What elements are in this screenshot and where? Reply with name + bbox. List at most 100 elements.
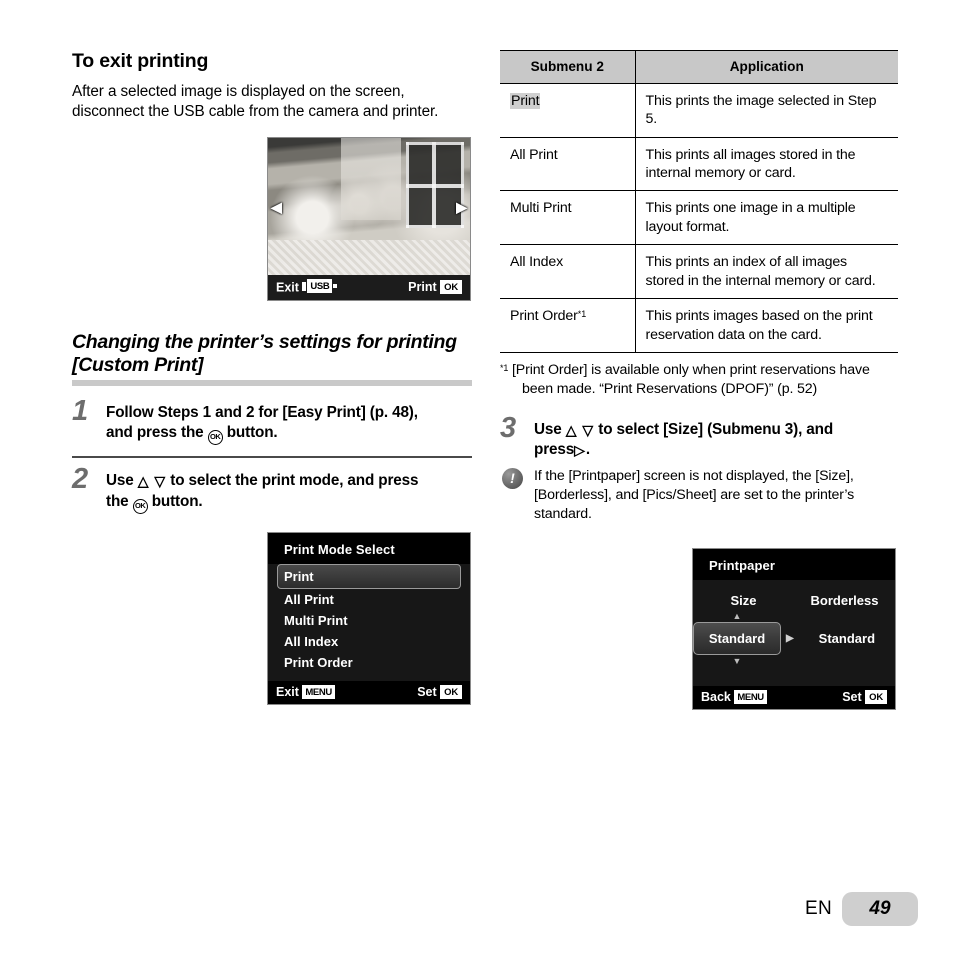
step-1-line-2-post: button. (226, 424, 278, 442)
step-2-line-2-post: button. (151, 492, 203, 510)
table-row: All Index This prints an index of all im… (500, 244, 898, 300)
warning-icon: ! (502, 468, 523, 490)
page-title: To exit printing (72, 50, 209, 72)
exit-label: Exit (276, 684, 299, 699)
column-header-size: Size (730, 592, 757, 608)
ok-badge-icon: OK (440, 279, 462, 294)
menu-item-print[interactable]: Print (277, 563, 461, 589)
submenu-value-highlighted: Print (510, 92, 541, 109)
printpaper-column-headers: Size Borderless (693, 580, 895, 608)
step-2: 2 Use △ ▽ to select the print mode, and … (72, 465, 472, 514)
table-row: Print Order*1 This prints images based o… (500, 298, 898, 354)
table-cell-application: This prints the image selected in Step 5… (635, 83, 898, 138)
printpaper-screen-title: Printpaper (709, 557, 776, 573)
back-label: Back (701, 689, 731, 704)
previous-image-arrow-icon[interactable]: ◀ (271, 200, 282, 214)
printpaper-body: Size Borderless ▲ Standard ▼ ▶ Standard (693, 579, 895, 686)
size-value-label: Standard (708, 630, 766, 646)
table-cell-application: This prints images based on the print re… (635, 298, 898, 354)
next-column-arrow-icon: ▶ (786, 632, 794, 644)
exit-action[interactable]: Exit USB (276, 279, 338, 295)
scroll-down-arrow-icon[interactable]: ▼ (733, 656, 742, 666)
menu-item-all-index[interactable]: All Index (277, 631, 461, 652)
page-footer: EN 49 (805, 892, 918, 926)
menu-badge-icon: MENU (734, 689, 767, 704)
step-1-line-2-pre: and press the (106, 424, 204, 442)
borderless-value-label: Standard (818, 630, 876, 646)
table-cell-submenu: All Index (500, 244, 636, 300)
column-header-application: Application (635, 50, 898, 84)
menu-item-multi-print-label: Multi Print (284, 612, 348, 628)
left-column: To exit printing After a selected image … (72, 50, 472, 705)
menu-item-all-index-label: All Index (284, 633, 339, 649)
language-code: EN (805, 898, 832, 919)
print-label: Print (408, 279, 437, 294)
right-arrow-icon: ▷ (574, 442, 586, 459)
set-label: Set (417, 684, 437, 699)
page-number: 49 (842, 892, 918, 926)
set-action[interactable]: Set OK (842, 689, 887, 704)
step-3-line-2-post: . (585, 441, 590, 459)
menu-badge-icon: MENU (302, 684, 335, 699)
next-image-arrow-icon[interactable]: ▶ (456, 200, 467, 214)
step-1: 1 Follow Steps 1 and 2 for [Easy Print] … (72, 397, 472, 446)
footnote-text: [Print Order] is available only when pri… (512, 362, 870, 397)
scroll-up-arrow-icon[interactable]: ▲ (733, 611, 742, 621)
step-3-number: 3 (500, 412, 517, 445)
step-2-line-2-pre: the (106, 492, 129, 510)
column-header-submenu2: Submenu 2 (500, 50, 636, 84)
table-cell-submenu: Print Order*1 (500, 298, 636, 354)
menu-item-all-print[interactable]: All Print (277, 589, 461, 610)
step-3: 3 Use △ ▽ to select [Size] (Submenu 3), … (500, 414, 898, 460)
up-down-arrows-icon: △ ▽ (137, 473, 167, 490)
right-column: Submenu 2 Application Print This prints … (500, 50, 898, 710)
set-label: Set (842, 689, 862, 704)
step-1-line-1: Follow Steps 1 and 2 for [Easy Print] (p… (106, 404, 418, 422)
exit-label: Exit (276, 280, 299, 295)
preview-photo: ◀ ▶ (268, 138, 470, 276)
photo-wall-detail (340, 138, 402, 221)
table-row: All Print This prints all images stored … (500, 137, 898, 192)
back-action[interactable]: Back MENU (701, 689, 767, 704)
step-2-number: 2 (72, 463, 89, 496)
table-cell-application: This prints all images stored in the int… (635, 137, 898, 192)
menu-item-print-order-label: Print Order (284, 654, 353, 670)
step-divider-1 (72, 456, 472, 459)
table-cell-application: This prints one image in a multiple layo… (635, 190, 898, 246)
step-1-number: 1 (72, 395, 89, 428)
submenu-value: Print Order (510, 308, 578, 325)
intro-paragraph: After a selected image is displayed on t… (72, 83, 439, 120)
note-callout: ! If the [Printpaper] screen is not disp… (500, 467, 898, 523)
menu-item-print-order[interactable]: Print Order (277, 652, 461, 673)
set-action[interactable]: Set OK (417, 684, 462, 699)
printpaper-screen-footer: Back MENU Set OK (693, 685, 895, 709)
step-3-line-2-pre: press (534, 441, 575, 459)
print-mode-screen-title: Print Mode Select (284, 541, 395, 557)
exit-action[interactable]: Exit MENU (276, 684, 335, 699)
table-cell-submenu: All Print (500, 137, 636, 192)
print-mode-screen-footer: Exit MENU Set OK (268, 680, 470, 704)
table-cell-application: This prints an index of all images store… (635, 244, 898, 300)
column-header-borderless: Borderless (810, 592, 879, 608)
print-mode-select-screen: Print Mode Select Print All Print Multi … (267, 531, 471, 705)
manual-page: To exit printing After a selected image … (0, 0, 954, 954)
step-1-text: Follow Steps 1 and 2 for [Easy Print] (p… (106, 403, 472, 446)
subsection-title: Changing the printer’s settings for prin… (72, 330, 457, 377)
ok-badge-icon: OK (440, 684, 462, 699)
photo-preview-screen: ◀ ▶ Exit USB Print OK (267, 137, 471, 301)
table-row: Multi Print This prints one image in a m… (500, 190, 898, 246)
ok-button-icon: OK (207, 430, 223, 446)
step-3-line-1-post: to select [Size] (Submenu 3), and (598, 421, 834, 439)
usb-icon: USB (302, 279, 338, 294)
footnote-marker: *1 (577, 309, 587, 320)
menu-item-multi-print[interactable]: Multi Print (277, 610, 461, 631)
size-value-selector[interactable]: ▲ Standard ▼ (693, 611, 781, 665)
step-2-line-1-pre: Use (106, 472, 134, 490)
table-cell-submenu: Print (500, 83, 636, 138)
step-2-text: Use △ ▽ to select the print mode, and pr… (106, 471, 472, 514)
ok-button-icon: OK (132, 498, 148, 514)
menu-item-print-label: Print (284, 568, 314, 584)
print-action[interactable]: Print OK (408, 279, 462, 294)
footnote-marker: *1 (500, 363, 509, 374)
table-header-row: Submenu 2 Application (500, 50, 898, 84)
